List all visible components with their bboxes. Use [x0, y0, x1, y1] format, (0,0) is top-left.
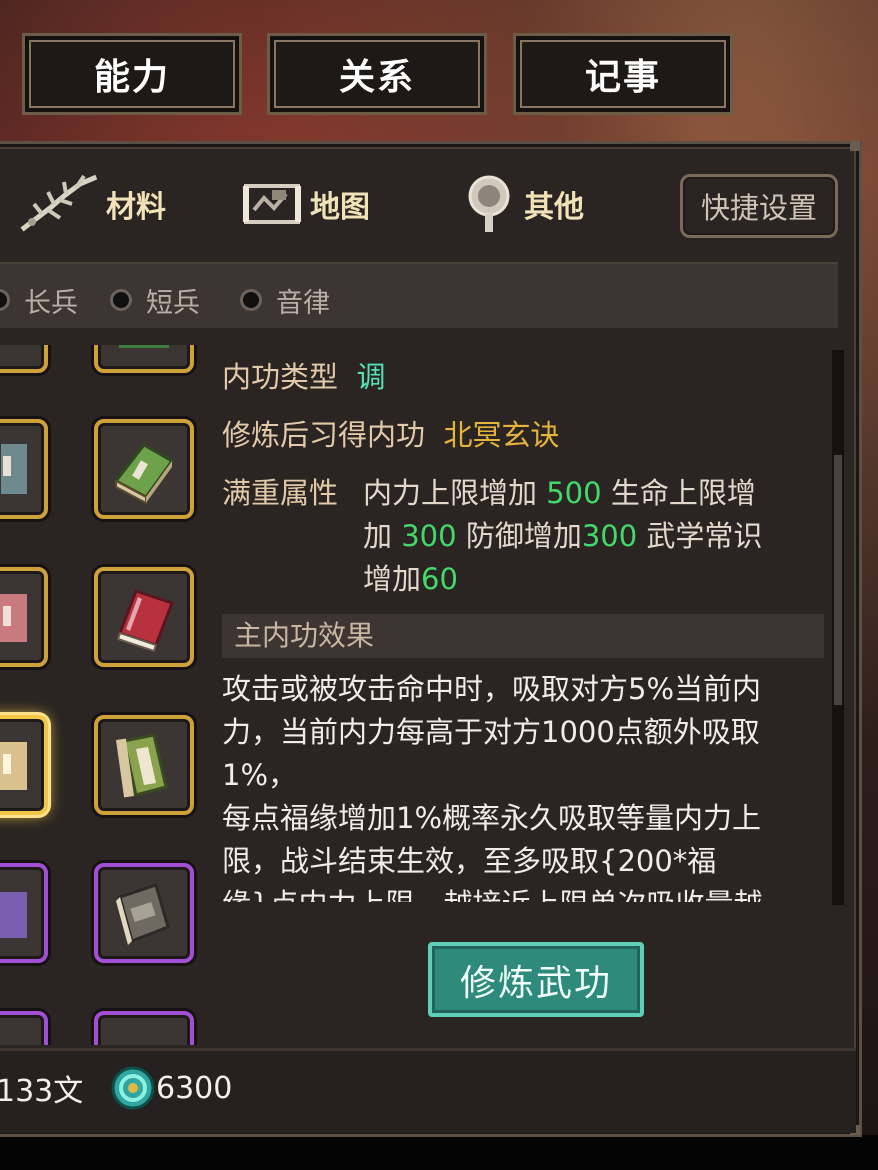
attr-line-3: 增加60: [363, 558, 458, 601]
mirror-icon: [468, 175, 510, 232]
desc-line: 攻击或被攻击命中时，吸取对方5%当前内: [222, 672, 762, 706]
item-slot[interactable]: [0, 345, 48, 373]
attr-line-2: 加 300 防御增加300 武学常识: [363, 515, 762, 558]
filter-short-weapon[interactable]: 短兵: [110, 282, 200, 319]
attr-text: 防御增加: [465, 519, 582, 553]
attr-number: 300: [401, 519, 457, 553]
radio-dot[interactable]: [240, 289, 262, 311]
desc-line: 力，当前内力每高于对方1000点额外吸取: [222, 715, 760, 749]
coins-amount: 133文: [0, 1074, 84, 1109]
manual-book-icon: [0, 594, 27, 642]
attr-text: 生命上限增: [610, 476, 756, 510]
full-attr-label: 满重属性: [222, 476, 339, 510]
item-slot[interactable]: [0, 419, 48, 519]
item-slot[interactable]: [94, 419, 194, 519]
filter-music[interactable]: 音律: [240, 282, 330, 319]
type-row: 内功类型 调: [222, 356, 385, 399]
category-label: 地图: [310, 190, 370, 225]
item-slot[interactable]: [94, 1011, 194, 1045]
desc-line: 1%，: [222, 758, 298, 792]
type-label: 内功类型: [222, 360, 339, 394]
item-slot-selected[interactable]: [0, 715, 48, 815]
scroll-book-icon: [119, 345, 169, 348]
learn-row: 修炼后习得内功 北冥玄诀: [222, 414, 559, 457]
filter-label: 长兵: [24, 287, 78, 319]
item-slot[interactable]: [94, 345, 194, 373]
attr-number: 300: [581, 519, 638, 553]
desc-line: 限，战斗结束生效，至多吸取{200*福: [222, 844, 717, 878]
bottom-strip: [0, 1135, 878, 1170]
item-grid: [0, 345, 215, 1045]
section-title: 主内功效果: [222, 614, 824, 658]
map-icon: [243, 184, 301, 224]
manual-book-icon: [0, 892, 27, 938]
radio-dot[interactable]: [110, 289, 132, 311]
effect-description: 攻击或被攻击命中时，吸取对方5%当前内 力，当前内力每高于对方1000点额外吸取…: [222, 668, 824, 902]
detail-scrollbar-thumb[interactable]: [834, 455, 842, 705]
quick-settings-button[interactable]: 快捷设置: [680, 174, 838, 238]
attr-number: 60: [421, 562, 458, 596]
red-book-icon: [116, 589, 174, 653]
item-slot[interactable]: [0, 567, 48, 667]
desc-line: 缘}点内力上限，越接近上限单次吸收量越: [222, 883, 824, 902]
filter-long-weapon[interactable]: 长兵: [0, 282, 78, 319]
desc-line: 每点福缘增加1%概率永久吸取等量内力上: [222, 801, 762, 835]
attr-line-1: 内力上限增加 500 生命上限增: [363, 472, 756, 515]
type-value: 调: [356, 360, 386, 394]
learn-label: 修炼后习得内功: [222, 418, 426, 452]
jade-display: 6300: [110, 1066, 232, 1110]
filter-label: 短兵: [146, 287, 200, 319]
attr-text: 武学常识: [646, 519, 763, 553]
herb-icon: [20, 174, 98, 232]
learn-value: 北冥玄诀: [443, 418, 560, 452]
category-label: 其他: [524, 190, 584, 225]
tab-journal[interactable]: 记事: [513, 33, 733, 115]
category-map[interactable]: 地图: [242, 172, 370, 236]
attr-text: 加: [363, 519, 393, 553]
category-label: 材料: [106, 190, 166, 225]
category-other[interactable]: 其他: [462, 172, 584, 236]
tab-relations[interactable]: 关系: [267, 33, 487, 115]
manual-book-icon: [0, 742, 27, 790]
practice-skill-button[interactable]: 修炼武功: [428, 942, 644, 1017]
jade-amount: 6300: [156, 1070, 233, 1106]
tab-ability[interactable]: 能力: [22, 33, 242, 115]
item-slot[interactable]: [94, 863, 194, 963]
skill-detail: 内功类型 调 修炼后习得内功 北冥玄诀 满重属性 内力上限增加 500 生命上限…: [222, 352, 824, 902]
manual-book-icon: [1, 444, 27, 494]
radio-dot[interactable]: [0, 289, 10, 311]
category-materials[interactable]: 材料: [20, 172, 166, 236]
panel-corner: [850, 141, 860, 151]
item-slot[interactable]: [0, 863, 48, 963]
jade-coin-icon: [111, 1066, 155, 1110]
item-slot[interactable]: [94, 567, 194, 667]
manual-book-icon: [113, 443, 175, 505]
attr-text: 增加: [363, 562, 422, 596]
item-slot[interactable]: [0, 1011, 48, 1045]
attr-number: 500: [546, 476, 602, 510]
filter-label: 音律: [276, 287, 330, 319]
grey-book-icon: [116, 883, 170, 945]
full-attr-label-row: 满重属性: [222, 472, 338, 515]
scroll-book-icon: [116, 733, 168, 798]
item-slot[interactable]: [94, 715, 194, 815]
attr-text: 内力上限增加: [363, 476, 538, 510]
